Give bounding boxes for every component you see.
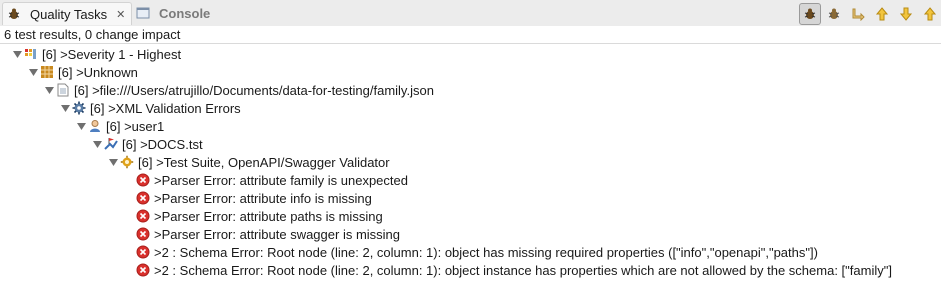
tree-label: [6] >DOCS.tst [122, 136, 203, 152]
tab-quality-tasks-label: Quality Tasks [30, 6, 108, 22]
error-icon [136, 209, 150, 223]
expanded-triangle-icon[interactable] [76, 121, 86, 131]
tree-label: >Parser Error: attribute paths is missin… [154, 208, 383, 224]
error-icon [136, 245, 150, 259]
tree-label: [6] >file:///Users/atrujillo/Documents/d… [74, 82, 434, 98]
error-icon [136, 227, 150, 241]
tree-row-xml-validation[interactable]: [6] >XML Validation Errors [60, 99, 241, 117]
bug-filter-button[interactable] [799, 3, 821, 25]
tree-row-error[interactable]: >Parser Error: attribute paths is missin… [136, 207, 383, 225]
arrow-down-right-icon [852, 8, 865, 21]
gear-icon [72, 101, 86, 115]
expanded-triangle-icon[interactable] [44, 85, 54, 95]
tree-label: [6] >Severity 1 - Highest [42, 46, 182, 62]
tree-label: [6] >user1 [106, 118, 165, 134]
divider [0, 43, 941, 44]
bug-icon [828, 8, 840, 19]
arrow-up-icon [875, 7, 889, 21]
error-icon [136, 173, 150, 187]
more-button[interactable] [919, 3, 941, 25]
tree-label: >Parser Error: attribute family is unexp… [154, 172, 408, 188]
tree-label: [6] >Unknown [58, 64, 138, 80]
expanded-triangle-icon[interactable] [60, 103, 70, 113]
tree-row-severity[interactable]: [6] >Severity 1 - Highest [12, 45, 181, 63]
results-summary: 6 test results, 0 change impact [4, 27, 181, 42]
tree-row-error[interactable]: >Parser Error: attribute info is missing [136, 189, 372, 207]
expanded-triangle-icon[interactable] [28, 67, 38, 77]
bug-icon [7, 7, 21, 21]
tree-row-error[interactable]: >2 : Schema Error: Root node (line: 2, c… [136, 243, 818, 261]
tree-label: >Parser Error: attribute info is missing [154, 190, 372, 206]
tree-row-error[interactable]: >2 : Schema Error: Root node (line: 2, c… [136, 261, 892, 279]
tree-label: >Parser Error: attribute swagger is miss… [154, 226, 401, 242]
console-icon [136, 6, 150, 20]
next-button[interactable] [895, 3, 917, 25]
error-icon [136, 263, 150, 277]
tree-label: [6] >Test Suite, OpenAPI/Swagger Validat… [138, 154, 390, 170]
tab-console-label: Console [159, 5, 211, 21]
tree-row-file[interactable]: [6] >file:///Users/atrujillo/Documents/d… [44, 81, 434, 99]
arrow-down-icon [899, 7, 913, 21]
close-icon[interactable]: ✕ [116, 8, 125, 21]
expanded-triangle-icon[interactable] [12, 49, 22, 59]
next-arrow-button[interactable] [847, 3, 869, 25]
tab-quality-tasks[interactable]: Quality Tasks ✕ [2, 2, 133, 25]
tree-row-docs[interactable]: [6] >DOCS.tst [92, 135, 203, 153]
tree-label: [6] >XML Validation Errors [90, 100, 241, 116]
tree-label: >2 : Schema Error: Root node (line: 2, c… [154, 244, 818, 260]
tab-console[interactable]: Console [136, 2, 210, 24]
test-suite-icon [120, 155, 134, 169]
expanded-triangle-icon[interactable] [108, 157, 118, 167]
user-icon [88, 119, 102, 133]
arrow-up-icon [923, 7, 937, 21]
expanded-triangle-icon[interactable] [92, 139, 102, 149]
tree-row-error[interactable]: >Parser Error: attribute family is unexp… [136, 171, 408, 189]
view-tab-bar: Quality Tasks ✕ Console [0, 0, 941, 26]
tree-label: >2 : Schema Error: Root node (line: 2, c… [154, 262, 892, 278]
severity-icon [24, 47, 38, 61]
package-icon [40, 65, 54, 79]
tree-row-user[interactable]: [6] >user1 [76, 117, 164, 135]
test-file-icon [104, 137, 118, 151]
bug-settings-button[interactable] [823, 3, 845, 25]
view-toolbar [799, 3, 941, 25]
file-icon [56, 83, 70, 97]
error-icon [136, 191, 150, 205]
previous-button[interactable] [871, 3, 893, 25]
tree-row-unknown[interactable]: [6] >Unknown [28, 63, 138, 81]
tree-row-test-suite[interactable]: [6] >Test Suite, OpenAPI/Swagger Validat… [108, 153, 390, 171]
bug-icon [804, 8, 816, 19]
tree-row-error[interactable]: >Parser Error: attribute swagger is miss… [136, 225, 400, 243]
